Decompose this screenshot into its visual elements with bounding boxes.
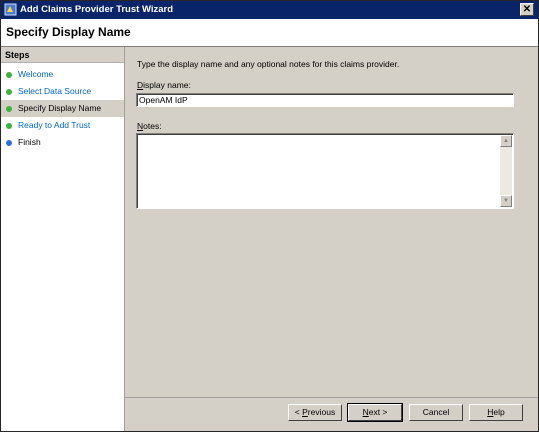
next-button[interactable]: Next > bbox=[347, 403, 403, 422]
step-label: Specify Display Name bbox=[18, 103, 102, 113]
next-accel: N bbox=[362, 407, 369, 417]
button-bar: < Previous Next > Cancel Help bbox=[125, 397, 538, 432]
previous-button[interactable]: < Previous bbox=[288, 404, 342, 421]
content-pane: Type the display name and any optional n… bbox=[125, 47, 538, 397]
help-button[interactable]: Help bbox=[469, 404, 523, 421]
step-label: Welcome bbox=[18, 69, 54, 79]
notes-scrollbar[interactable]: ▲ ▼ bbox=[500, 135, 512, 207]
display-name-label: Display name: bbox=[137, 80, 191, 90]
wizard-window: Add Claims Provider Trust Wizard ✕ Speci… bbox=[0, 0, 539, 432]
scroll-down-arrow-icon[interactable]: ▼ bbox=[500, 195, 512, 207]
previous-accel: P bbox=[302, 407, 308, 417]
page-title: Specify Display Name bbox=[6, 25, 131, 39]
help-accel: H bbox=[487, 407, 494, 417]
step-status-dot-icon bbox=[6, 123, 12, 129]
step-welcome[interactable]: Welcome bbox=[1, 66, 124, 83]
close-button[interactable]: ✕ bbox=[520, 3, 534, 16]
step-finish[interactable]: Finish bbox=[1, 134, 124, 151]
display-name-input[interactable]: OpenAM IdP bbox=[136, 93, 514, 107]
step-ready-to-add-trust[interactable]: Ready to Add Trust bbox=[1, 117, 124, 134]
step-status-dot-icon bbox=[6, 89, 12, 95]
step-label: Ready to Add Trust bbox=[18, 120, 91, 130]
step-status-dot-icon bbox=[6, 106, 12, 112]
cancel-button[interactable]: Cancel bbox=[409, 404, 463, 421]
steps-pane: Steps Welcome Select Data Source Specify D… bbox=[1, 47, 125, 431]
step-status-dot-icon bbox=[6, 140, 12, 146]
steps-heading: Steps bbox=[1, 47, 124, 63]
notes-textarea[interactable]: ▲ ▼ bbox=[136, 133, 514, 209]
instruction-text: Type the display name and any optional n… bbox=[137, 59, 400, 69]
notes-label: Notes: bbox=[137, 121, 162, 131]
wizard-app-icon bbox=[4, 3, 17, 16]
step-label: Finish bbox=[18, 137, 41, 147]
display-name-label-rest: isplay name: bbox=[143, 80, 191, 90]
step-status-dot-icon bbox=[6, 72, 12, 78]
title-bar[interactable]: Add Claims Provider Trust Wizard ✕ bbox=[1, 1, 538, 19]
notes-label-rest: otes: bbox=[143, 121, 162, 131]
step-select-data-source[interactable]: Select Data Source bbox=[1, 83, 124, 100]
wizard-header: Specify Display Name bbox=[1, 19, 538, 47]
window-title: Add Claims Provider Trust Wizard bbox=[20, 4, 174, 15]
scroll-up-arrow-icon[interactable]: ▲ bbox=[500, 135, 512, 147]
step-specify-display-name: Specify Display Name bbox=[1, 100, 124, 117]
step-label: Select Data Source bbox=[18, 86, 92, 96]
